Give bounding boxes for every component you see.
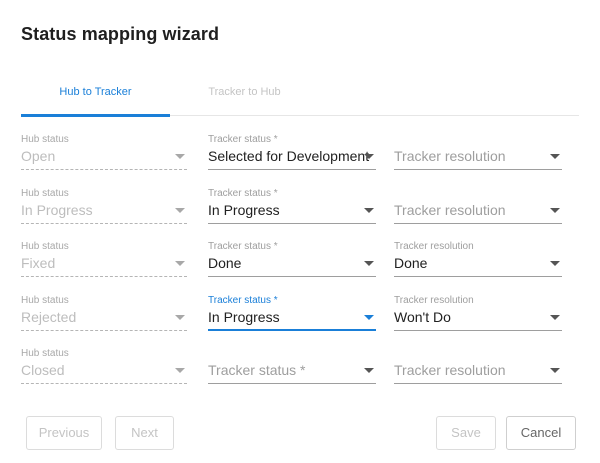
hub-status-select: Hub status Fixed xyxy=(21,241,187,281)
next-button[interactable]: Next xyxy=(115,416,174,450)
tracker-status-select[interactable]: Tracker status * xyxy=(208,348,376,388)
hub-status-value: In Progress xyxy=(21,202,93,218)
mapping-row: Hub status Rejected Tracker status * In … xyxy=(21,295,579,335)
tracker-resolution-label: Tracker resolution xyxy=(394,241,474,252)
tracker-resolution-placeholder: Tracker resolution xyxy=(394,362,506,378)
hub-status-select: Hub status In Progress xyxy=(21,188,187,228)
tracker-status-value: In Progress xyxy=(208,309,280,325)
mapping-row: Hub status Closed Tracker status * Track… xyxy=(21,348,579,388)
tracker-resolution-select[interactable]: Tracker resolution Won't Do xyxy=(394,295,562,335)
chevron-down-icon[interactable] xyxy=(364,154,374,159)
hub-status-value: Fixed xyxy=(21,255,56,271)
mapping-row: Hub status Fixed Tracker status * Done T… xyxy=(21,241,579,281)
chevron-down-icon xyxy=(175,315,185,320)
chevron-down-icon[interactable] xyxy=(364,208,374,213)
tracker-status-label: Tracker status * xyxy=(208,188,278,199)
tracker-resolution-value: Done xyxy=(394,255,428,271)
hub-status-label: Hub status xyxy=(21,348,69,359)
active-tab-indicator xyxy=(21,114,170,117)
hub-status-select: Hub status Rejected xyxy=(21,295,187,335)
chevron-down-icon[interactable] xyxy=(550,315,560,320)
hub-status-select: Hub status Open xyxy=(21,134,187,174)
chevron-down-icon xyxy=(175,208,185,213)
tab-hub-to-tracker[interactable]: Hub to Tracker xyxy=(21,78,170,116)
tab-tracker-to-hub[interactable]: Tracker to Hub xyxy=(170,78,319,116)
tracker-status-label: Tracker status * xyxy=(208,134,278,145)
chevron-down-icon[interactable] xyxy=(550,154,560,159)
tracker-resolution-select[interactable]: Tracker resolution xyxy=(394,134,562,174)
tracker-resolution-select[interactable]: Tracker resolution xyxy=(394,188,562,228)
chevron-down-icon[interactable] xyxy=(550,368,560,373)
tracker-status-select[interactable]: Tracker status * In Progress xyxy=(208,295,376,335)
hub-status-label: Hub status xyxy=(21,134,69,145)
previous-button[interactable]: Previous xyxy=(26,416,102,450)
hub-status-value: Rejected xyxy=(21,309,77,325)
hub-status-label: Hub status xyxy=(21,295,69,306)
chevron-down-icon[interactable] xyxy=(364,315,374,320)
page-title: Status mapping wizard xyxy=(21,24,220,44)
tracker-status-label: Tracker status * xyxy=(208,295,278,306)
tracker-resolution-label: Tracker resolution xyxy=(394,295,474,306)
tracker-status-value: Done xyxy=(208,255,242,271)
tracker-resolution-placeholder: Tracker resolution xyxy=(394,148,506,164)
tracker-status-placeholder: Tracker status * xyxy=(208,362,306,378)
chevron-down-icon xyxy=(175,261,185,266)
mapping-row: Hub status In Progress Tracker status * … xyxy=(21,188,579,228)
tracker-status-select[interactable]: Tracker status * Selected for Developmen… xyxy=(208,134,376,174)
tracker-status-select[interactable]: Tracker status * Done xyxy=(208,241,376,281)
chevron-down-icon[interactable] xyxy=(550,261,560,266)
tracker-resolution-select[interactable]: Tracker resolution xyxy=(394,348,562,388)
chevron-down-icon[interactable] xyxy=(364,261,374,266)
tab-bar: Hub to Tracker Tracker to Hub xyxy=(21,78,579,117)
tracker-resolution-placeholder: Tracker resolution xyxy=(394,202,506,218)
tracker-status-select[interactable]: Tracker status * In Progress xyxy=(208,188,376,228)
tracker-resolution-value: Won't Do xyxy=(394,309,451,325)
tracker-resolution-select[interactable]: Tracker resolution Done xyxy=(394,241,562,281)
tracker-status-label: Tracker status * xyxy=(208,241,278,252)
tracker-status-value: Selected for Development xyxy=(208,148,370,164)
hub-status-value: Open xyxy=(21,148,56,164)
cancel-button[interactable]: Cancel xyxy=(506,416,576,450)
save-button[interactable]: Save xyxy=(436,416,496,450)
hub-status-label: Hub status xyxy=(21,188,69,199)
hub-status-value: Closed xyxy=(21,362,65,378)
chevron-down-icon[interactable] xyxy=(364,368,374,373)
chevron-down-icon xyxy=(175,368,185,373)
chevron-down-icon xyxy=(175,154,185,159)
tracker-status-value: In Progress xyxy=(208,202,280,218)
chevron-down-icon[interactable] xyxy=(550,208,560,213)
hub-status-select: Hub status Closed xyxy=(21,348,187,388)
mapping-row: Hub status Open Tracker status * Selecte… xyxy=(21,134,579,174)
hub-status-label: Hub status xyxy=(21,241,69,252)
